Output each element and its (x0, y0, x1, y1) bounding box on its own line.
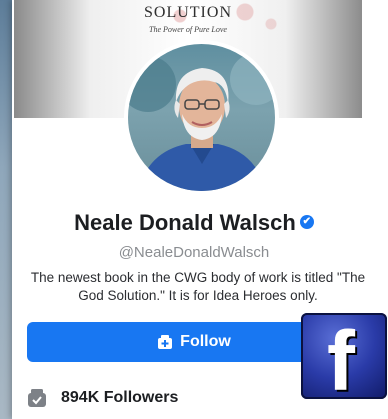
facebook-logo-icon: f (301, 313, 387, 399)
follow-button-label: Follow (180, 333, 231, 350)
avatar[interactable] (124, 40, 279, 195)
cover-subtitle: The Power of Pure Love (149, 25, 227, 34)
profile-name: Neale Donald Walsch ✔ (0, 210, 388, 236)
profile-name-text: Neale Donald Walsch (74, 210, 296, 235)
avatar-photo (128, 44, 275, 191)
facebook-logo-letter: f (327, 314, 355, 399)
portrait-image (128, 53, 275, 191)
cover-title: SOLUTION (144, 4, 232, 21)
follow-icon (157, 334, 173, 350)
verified-badge-icon: ✔ (299, 215, 314, 230)
profile-handle: @NealeDonaldWalsch (118, 244, 270, 261)
followers-label: 894K Followers (61, 389, 179, 406)
profile-bio: The newest book in the CWG body of work … (30, 270, 366, 303)
followers-count[interactable]: 894K Followers (27, 388, 178, 408)
followers-icon (27, 388, 47, 408)
